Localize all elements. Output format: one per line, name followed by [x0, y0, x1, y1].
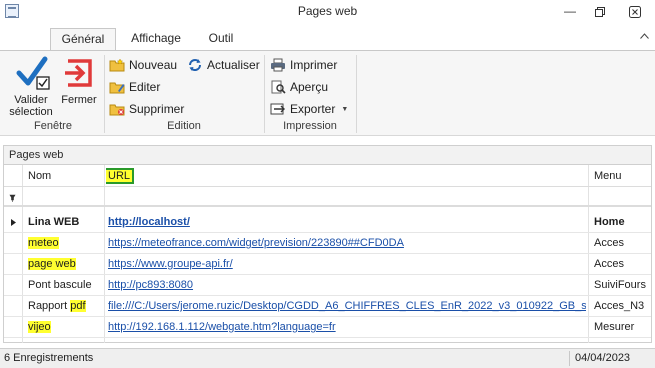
cell-url[interactable]: file:///C:/Users/jerome.ruzic/Desktop/CG… [108, 296, 586, 316]
cell-name-highlight: pdf [70, 300, 86, 312]
print-label: Imprimer [290, 58, 338, 72]
printer-icon [271, 58, 285, 72]
delete-button[interactable]: Supprimer [109, 100, 184, 118]
group-label-fenetre: Fenêtre [34, 120, 72, 132]
preview-label: Aperçu [290, 80, 329, 94]
column-header-url-label: URL [106, 168, 135, 184]
cell-url[interactable]: https://www.groupe-api.fr/ [108, 254, 586, 274]
export-icon [270, 103, 285, 115]
close-button[interactable]: Fermer [58, 55, 100, 106]
grid-header: Nom URL Menu [4, 165, 651, 187]
refresh-label: Actualiser [207, 58, 260, 72]
validate-label-2: sélection [9, 106, 53, 118]
new-button[interactable]: Nouveau [109, 56, 177, 74]
title-bar: Pages web — [0, 0, 655, 24]
status-bar: 6 Enregistrements 04/04/2023 [0, 348, 655, 368]
table-row[interactable]: meteo https://meteofrance.com/widget/pre… [4, 233, 651, 254]
delete-label: Supprimer [129, 102, 185, 116]
group-separator [356, 55, 357, 133]
cell-menu: Acces [594, 237, 624, 249]
exit-icon [65, 59, 92, 87]
table-row[interactable]: Pont bascule http://pc893:8080 SuiviFour… [4, 275, 651, 296]
close-label: Fermer [61, 94, 97, 106]
new-label: Nouveau [129, 58, 178, 72]
cell-url[interactable]: https://meteofrance.com/widget/prevision… [108, 233, 586, 253]
panel-header: Pages web [3, 145, 652, 165]
ribbon-tabs: Général Affichage Outil [0, 28, 655, 51]
print-button[interactable]: Imprimer [270, 56, 337, 74]
restore-button[interactable] [586, 2, 614, 22]
table-row[interactable]: page web https://www.groupe-api.fr/ Acce… [4, 254, 651, 275]
tab-outil[interactable]: Outil [198, 28, 244, 50]
preview-icon [271, 80, 286, 94]
cell-name: vijeo [28, 317, 102, 337]
cell-name: Lina WEB [28, 216, 80, 228]
ribbon: Valider sélection Fermer Fenêtre Nouveau… [0, 50, 655, 136]
data-grid: Nom URL Menu Lina WEB http://localhost/ … [3, 165, 652, 343]
edit-folder-icon [109, 82, 125, 94]
status-date: 04/04/2023 [575, 352, 631, 364]
cell-menu: SuiviFours [594, 279, 646, 291]
cell-menu: Home [594, 216, 625, 228]
current-row-icon [11, 219, 16, 226]
cell-name: Pont bascule [28, 279, 92, 291]
cell-name-prefix: Rapport [28, 300, 71, 312]
preview-button[interactable]: Aperçu [270, 78, 328, 96]
export-button[interactable]: Exporter ▼ [270, 100, 348, 118]
validate-selection-button[interactable]: Valider sélection [6, 55, 56, 118]
check-icon [16, 56, 50, 90]
cell-name-highlight: vijeo [28, 321, 51, 333]
group-label-edition: Edition [167, 120, 201, 132]
record-count: 6 Enregistrements [4, 352, 94, 364]
collapse-ribbon-icon[interactable] [640, 30, 649, 42]
refresh-icon [189, 59, 201, 71]
column-header-url[interactable]: URL [106, 166, 226, 186]
cell-menu: Acces [594, 258, 624, 270]
edit-label: Editer [129, 80, 161, 94]
cell-url[interactable]: http://192.168.1.112/webgate.htm?languag… [108, 317, 586, 337]
minimize-button[interactable]: — [556, 2, 584, 22]
table-row[interactable]: Rapport pdf file:///C:/Users/jerome.ruzi… [4, 296, 651, 317]
cell-name: meteo [28, 233, 102, 253]
cell-menu: Mesurer [594, 321, 635, 333]
refresh-button[interactable]: Actualiser [187, 56, 260, 74]
table-row[interactable]: vijeo http://192.168.1.112/webgate.htm?l… [4, 317, 651, 338]
tab-general[interactable]: Général [50, 28, 116, 51]
new-folder-icon [109, 58, 125, 72]
export-label: Exporter [290, 102, 336, 116]
cell-url[interactable]: http://pc893:8080 [108, 275, 586, 295]
validate-label-1: Valider [14, 94, 48, 106]
pin-icon [9, 194, 16, 202]
table-row[interactable]: Lina WEB http://localhost/ Home [4, 212, 651, 233]
cell-name-highlight: meteo [28, 237, 59, 249]
status-divider [569, 351, 570, 366]
tab-affichage[interactable]: Affichage [124, 28, 188, 50]
cell-name: page web [28, 254, 102, 274]
close-window-button[interactable] [621, 2, 649, 22]
column-header-menu[interactable]: Menu [594, 166, 649, 186]
cell-menu: Acces_N3 [594, 300, 645, 312]
cell-name: Rapport pdf [28, 296, 102, 316]
delete-folder-icon [109, 104, 125, 116]
group-label-impression: Impression [283, 120, 337, 132]
cell-url[interactable]: http://localhost/ [108, 212, 586, 232]
chevron-down-icon: ▼ [341, 105, 349, 113]
filter-row[interactable] [4, 188, 651, 207]
edit-button[interactable]: Editer [109, 78, 160, 96]
cell-name-highlight: page web [28, 258, 76, 270]
column-header-name[interactable]: Nom [28, 166, 98, 186]
